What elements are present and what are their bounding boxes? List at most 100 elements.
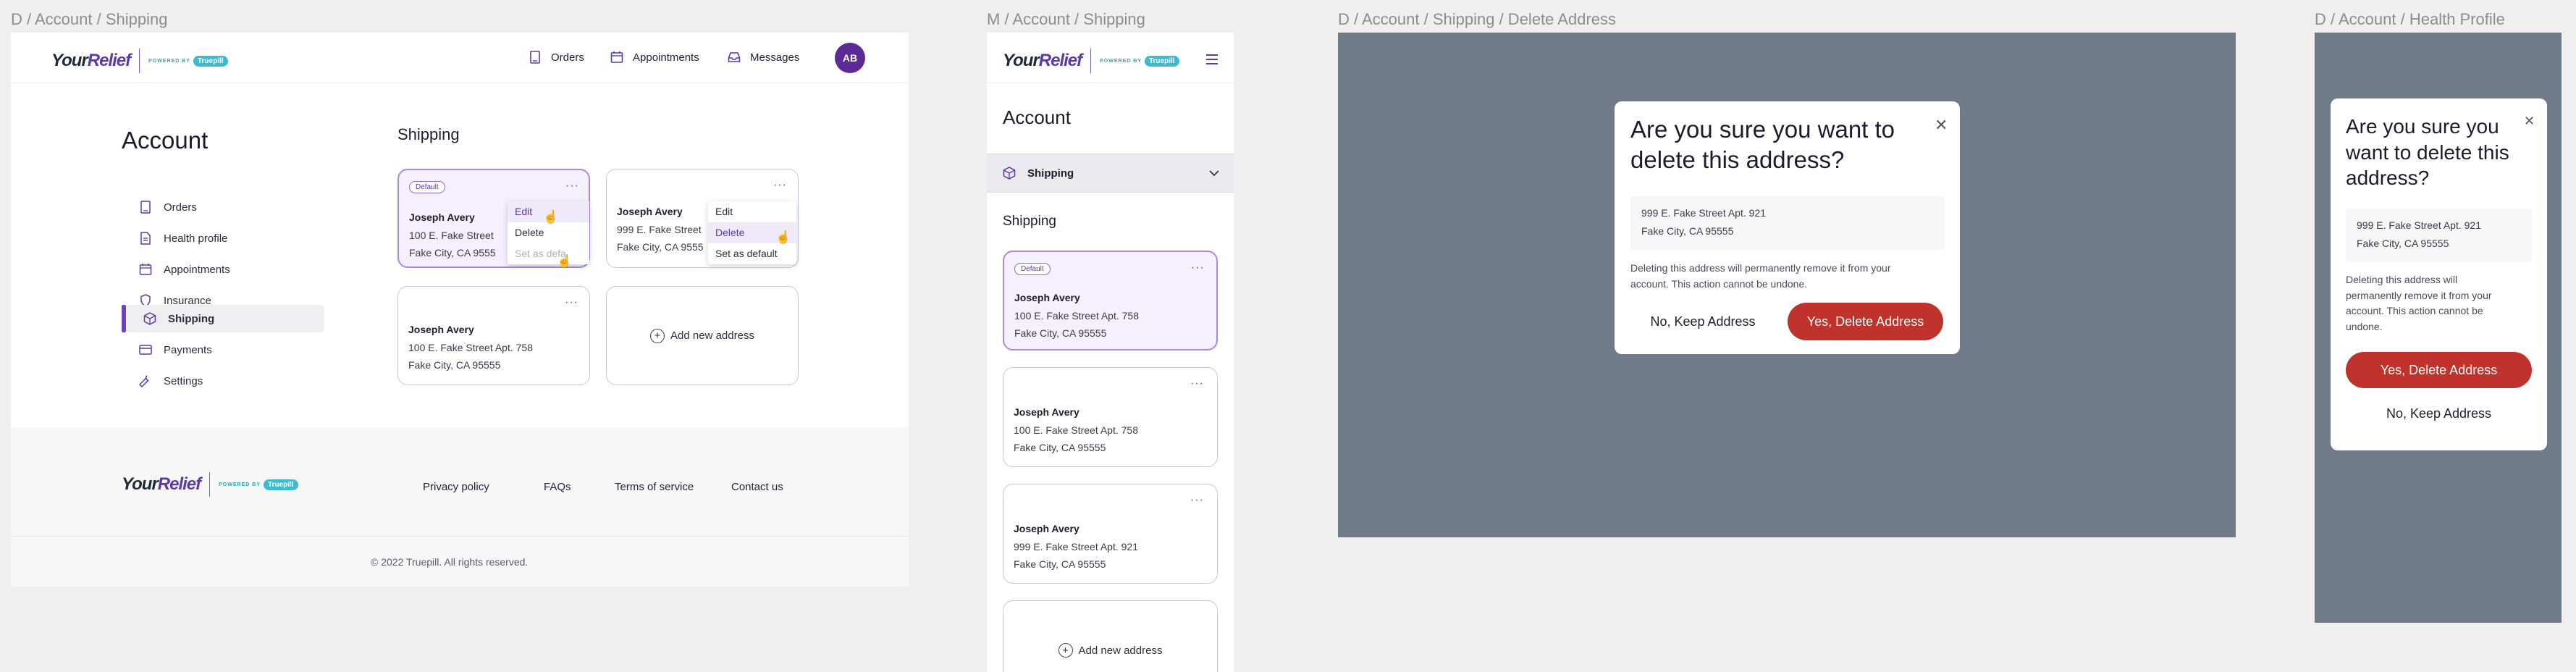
add-new-address-button[interactable]: + Add new address (606, 286, 799, 385)
warning-line: Deleting this address will (2346, 274, 2458, 285)
sidebar-item-shipping[interactable]: Shipping (126, 305, 324, 332)
nav-appointments[interactable]: Appointments (610, 50, 699, 64)
sidebar-item-settings[interactable]: Settings (122, 367, 324, 395)
address-card[interactable]: ··· Joseph Avery 100 E. Fake Street Apt.… (397, 286, 590, 385)
logo-divider (139, 49, 140, 73)
plus-circle-icon: + (650, 328, 665, 343)
menu-item-set-default[interactable]: Set as default (708, 243, 796, 264)
more-options-icon[interactable]: ··· (565, 297, 578, 308)
logo-divider (1090, 49, 1092, 73)
frame-label-mobile-shipping: M / Account / Shipping (987, 10, 1145, 28)
menu-item-set-default[interactable]: Set as defa (508, 243, 589, 264)
warning-line: undone. (2346, 321, 2383, 333)
mobile-shipping-frame: YourRelief POWERED BY Truepill Account S… (987, 33, 1234, 672)
address-line1: 100 E. Fake Street (409, 230, 494, 241)
address-line1: 999 E. Fake Street (617, 224, 702, 235)
frame-label-desktop-health: D / Account / Health Profile (2315, 10, 2505, 28)
address-card[interactable]: ··· Joseph Avery 100 E. Fake Street Apt.… (1003, 367, 1218, 467)
box-icon (142, 311, 158, 327)
logo[interactable]: YourRelief POWERED BY Truepill (1003, 49, 1179, 73)
delete-address-modal: Are you sure you want to delete this add… (2331, 98, 2547, 450)
address-line2: Fake City, CA 9555 (617, 241, 704, 253)
address-name: Joseph Avery (408, 324, 474, 335)
frame-label-desktop-shipping: D / Account / Shipping (11, 10, 168, 28)
section-selector[interactable]: Shipping (987, 154, 1234, 193)
modal-title-line: want to delete this (2346, 140, 2509, 164)
partner-badge: Truepill (263, 479, 298, 490)
keep-address-button[interactable]: No, Keep Address (2346, 395, 2532, 432)
close-icon[interactable]: ✕ (1935, 117, 1948, 133)
address-name: Joseph Avery (409, 211, 475, 223)
more-options-icon[interactable]: ··· (1191, 262, 1205, 274)
brand-name-accent: Relief (87, 51, 131, 70)
address-line2: Fake City, CA 95555 (1014, 442, 1106, 453)
address-line2: Fake City, CA 95555 (1014, 558, 1106, 570)
partner-badge: Truepill (1144, 55, 1179, 67)
modal-title-line: Are you sure you (2346, 115, 2499, 138)
brand-name-accent: Relief (1038, 51, 1082, 70)
add-new-address-label: Add new address (670, 329, 754, 342)
brand-wordmark: YourRelief (1003, 51, 1082, 71)
logo-divider (209, 472, 211, 497)
more-options-icon[interactable]: ··· (773, 180, 787, 191)
keep-address-button[interactable]: No, Keep Address (1630, 303, 1775, 340)
footer-link-privacy[interactable]: Privacy policy (423, 481, 489, 493)
hamburger-menu-icon[interactable] (1206, 54, 1218, 67)
avatar[interactable]: AB (835, 43, 865, 73)
top-nav: YourRelief POWERED BY Truepill Orders Ap… (11, 33, 909, 83)
address-summary: 999 E. Fake Street Apt. 921 Fake City, C… (1630, 196, 1945, 250)
address-name: Joseph Avery (1014, 292, 1080, 303)
pointer-cursor-icon: ☝ (775, 230, 791, 244)
receipt-icon (528, 50, 542, 64)
nav-messages[interactable]: Messages (727, 50, 799, 64)
sidebar-item-orders[interactable]: Orders (122, 193, 324, 221)
sidebar-item-payments[interactable]: Payments (122, 336, 324, 364)
receipt-icon (138, 199, 153, 215)
page-title: Account (1003, 106, 1071, 128)
pointer-cursor-icon: ☝ (557, 254, 573, 268)
desktop-shipping-frame: YourRelief POWERED BY Truepill Orders Ap… (11, 33, 909, 587)
menu-item-delete[interactable]: Delete (508, 222, 589, 243)
address-name: Joseph Avery (1014, 406, 1079, 418)
sidebar-item-health-profile[interactable]: Health profile (122, 224, 324, 252)
add-new-address-button[interactable]: + Add new address (1003, 600, 1218, 672)
more-options-icon[interactable]: ··· (565, 180, 579, 192)
section-title-shipping: Shipping (397, 125, 460, 143)
logo[interactable]: YourRelief POWERED BY Truepill (51, 49, 228, 73)
more-options-icon[interactable]: ··· (1190, 378, 1204, 390)
more-options-icon[interactable]: ··· (1190, 495, 1204, 506)
sidebar-item-label: Shipping (168, 312, 215, 325)
modal-title: Are you sure you want to delete this add… (2346, 114, 2509, 191)
nav-orders[interactable]: Orders (528, 50, 584, 64)
address-name: Joseph Avery (617, 206, 683, 217)
delete-address-button[interactable]: Yes, Delete Address (2346, 352, 2532, 388)
address-name: Joseph Avery (1014, 523, 1079, 534)
sidebar-item-label: Appointments (164, 263, 230, 276)
footer-logo[interactable]: YourRelief POWERED BY Truepill (122, 472, 298, 497)
delete-address-modal: Are you sure you want to delete this add… (1615, 101, 1960, 354)
section-selector-label: Shipping (1027, 167, 1074, 180)
brand-name-main: Your (1003, 51, 1040, 70)
menu-item-edit[interactable]: Edit (708, 201, 796, 222)
warning-line: permanently remove it from your (2346, 289, 2492, 301)
credit-card-icon (138, 342, 153, 358)
sidebar-item-label: Settings (164, 374, 203, 387)
address-line1: 100 E. Fake Street Apt. 758 (1014, 424, 1138, 436)
footer-link-faqs[interactable]: FAQs (544, 481, 571, 493)
address-line2: Fake City, CA 95555 (1641, 225, 1734, 237)
close-icon[interactable]: ✕ (2524, 114, 2535, 127)
sidebar-item-appointments[interactable]: Appointments (122, 256, 324, 283)
sidebar-item-label: Health profile (164, 232, 228, 245)
nav-orders-label: Orders (551, 51, 584, 64)
modal-title-line: Are you sure you want to (1630, 116, 1895, 143)
footer-link-terms[interactable]: Terms of service (615, 481, 694, 493)
address-line1: 999 E. Fake Street Apt. 921 (1641, 207, 1766, 219)
powered-by-text: POWERED BY (219, 482, 261, 487)
nav-appointments-label: Appointments (633, 51, 699, 64)
nav-messages-label: Messages (750, 51, 800, 64)
address-card-default[interactable]: Default ··· Joseph Avery 100 E. Fake Str… (1003, 251, 1218, 350)
delete-address-button[interactable]: Yes, Delete Address (1788, 303, 1943, 340)
address-card[interactable]: ··· Joseph Avery 999 E. Fake Street Apt.… (1003, 484, 1218, 584)
address-line1: 100 E. Fake Street Apt. 758 (408, 342, 533, 353)
footer-link-contact[interactable]: Contact us (731, 481, 783, 493)
